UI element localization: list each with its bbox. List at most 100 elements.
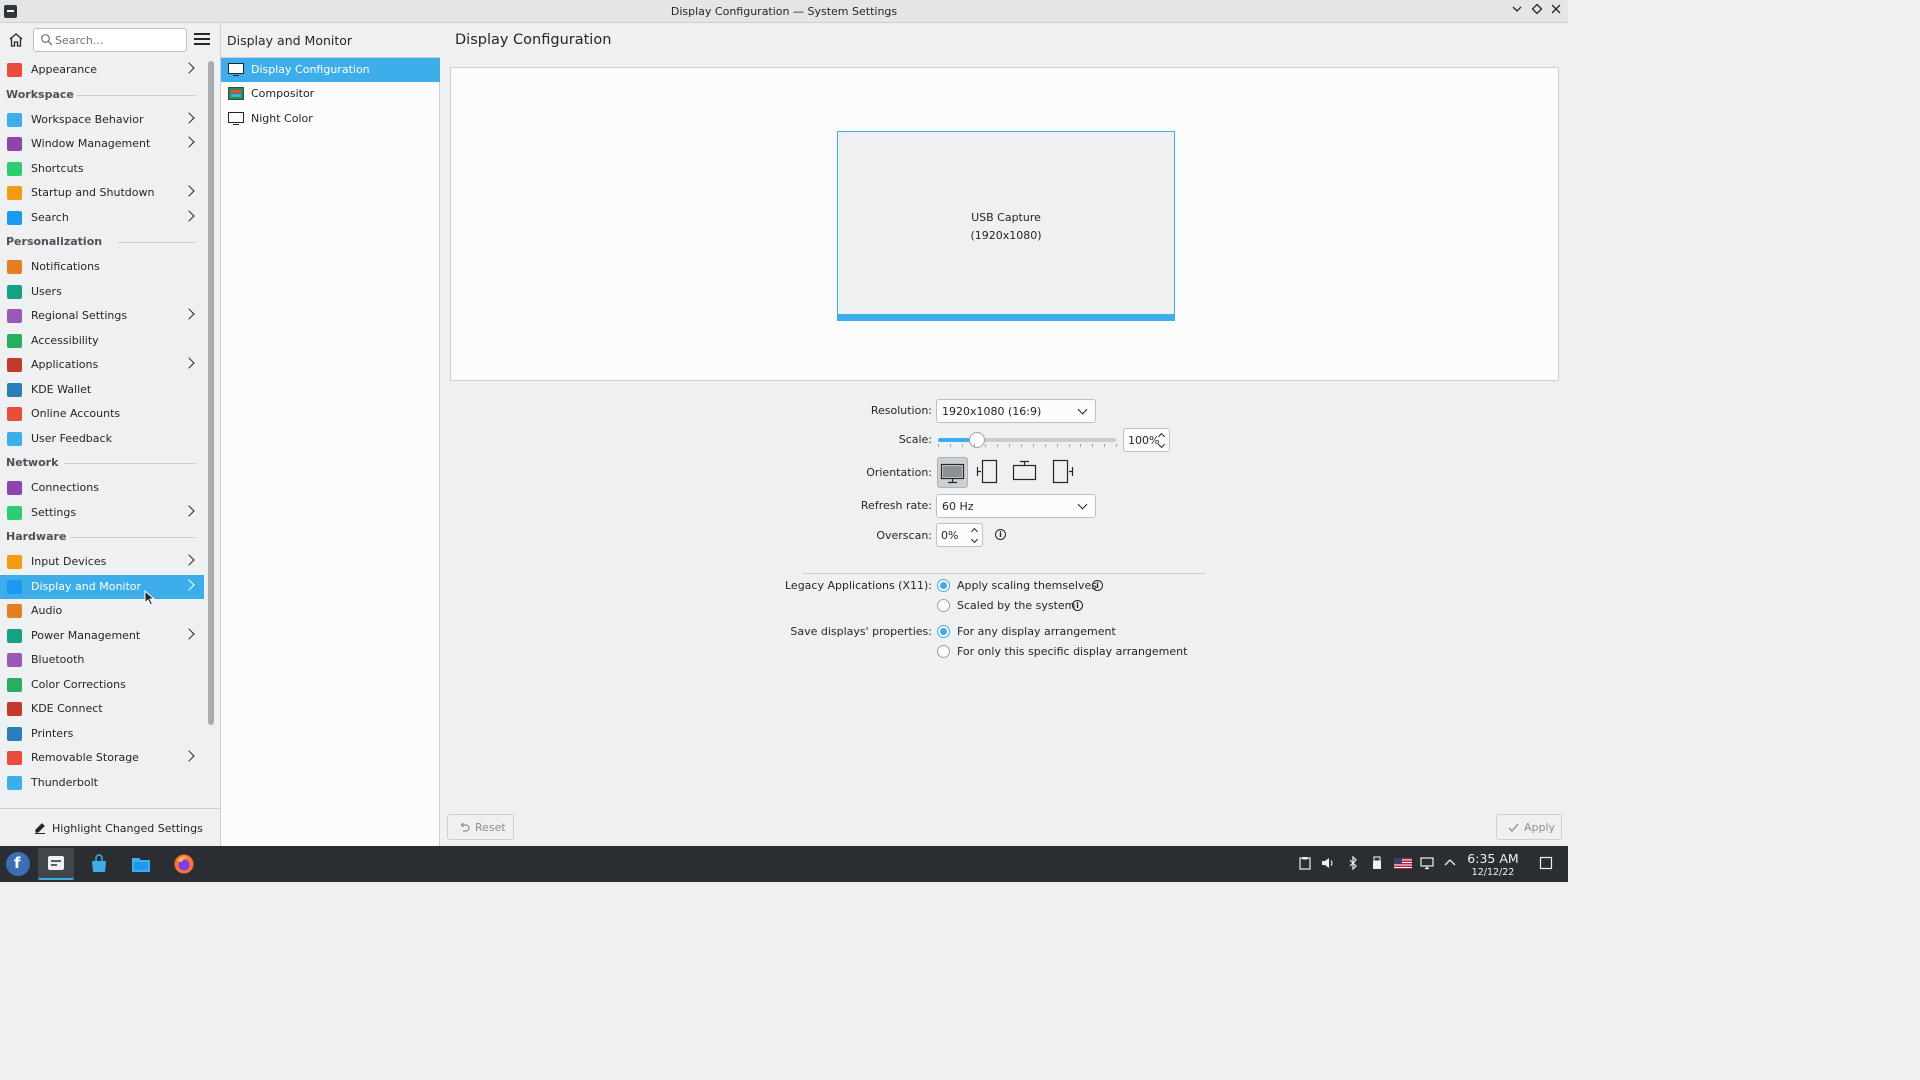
sidebar-item-label: Search <box>31 210 69 224</box>
legacy-scaled-by-system-label[interactable]: Scaled by the system <box>957 599 1075 612</box>
task-discover[interactable] <box>81 848 117 880</box>
minimize-button[interactable] <box>1509 3 1525 19</box>
close-button[interactable] <box>1548 3 1564 19</box>
orientation-left-button[interactable] <box>974 457 1005 488</box>
subcategory-panel: Display and Monitor Display Configuratio… <box>221 23 440 846</box>
chevron-up-icon[interactable] <box>1443 856 1457 870</box>
sidebar-item-online-accounts[interactable]: Online Accounts <box>0 402 204 426</box>
sidebar-item-workspace-behavior[interactable]: Workspace Behavior <box>0 108 204 132</box>
sidebar-item-kde-connect[interactable]: KDE Connect <box>0 697 204 721</box>
monitor-rotated-left-icon <box>976 459 998 484</box>
sidebar-item-search[interactable]: Search <box>0 206 204 230</box>
slider-tick <box>1116 444 1117 447</box>
save-any-arrangement-label[interactable]: For any display arrangement <box>957 625 1116 638</box>
chevron-right-icon <box>183 308 195 320</box>
overscan-label: Overscan: <box>876 529 932 542</box>
search-input[interactable] <box>55 32 183 48</box>
sidebar-item-display-and-monitor[interactable]: Display and Monitor <box>0 574 204 599</box>
overscan-info-icon[interactable]: i <box>995 529 1006 540</box>
save-any-arrangement-radio[interactable] <box>937 625 950 638</box>
save-specific-arrangement-label[interactable]: For only this specific display arrangeme… <box>957 645 1187 658</box>
accessibility-icon <box>7 333 22 348</box>
spin-down-icon[interactable] <box>970 535 979 544</box>
apply-button[interactable]: Apply <box>1496 814 1562 840</box>
sidebar-toolbar <box>0 23 221 58</box>
sidebar-item-accessibility[interactable]: Accessibility <box>0 329 204 353</box>
sidebar-item-bluetooth[interactable]: Bluetooth <box>0 648 204 672</box>
sidebar-item-user-feedback[interactable]: User Feedback <box>0 427 204 451</box>
task-firefox[interactable] <box>166 848 202 880</box>
legacy-apply-scaling-label[interactable]: Apply scaling themselves <box>957 579 1097 592</box>
orientation-inverted-button[interactable] <box>1010 457 1041 488</box>
subcategory-title: Display and Monitor <box>227 33 353 48</box>
orientation-normal-button[interactable] <box>937 457 968 488</box>
sidebar-item-connections[interactable]: Connections <box>0 476 204 500</box>
subcategory-item-night-color[interactable]: Night Color <box>221 107 440 131</box>
output-name: USB Capture <box>971 211 1041 224</box>
removable-device-icon[interactable] <box>1370 856 1384 870</box>
chevron-down-icon <box>1512 6 1522 12</box>
sidebar-item-settings[interactable]: Settings <box>0 501 204 525</box>
legacy-apply-scaling-info-icon[interactable]: i <box>1092 580 1103 591</box>
sidebar-item-notifications[interactable]: Notifications <box>0 255 204 279</box>
system-settings-icon <box>48 856 64 870</box>
slider-tick <box>1080 444 1082 447</box>
chevron-right-icon <box>183 750 195 762</box>
sidebar-item-startup-and-shutdown[interactable]: Startup and Shutdown <box>0 181 204 205</box>
sidebar-item-kde-wallet[interactable]: KDE Wallet <box>0 378 204 402</box>
pencil-icon <box>35 823 45 834</box>
startup-icon <box>7 186 22 200</box>
sidebar-item-window-management[interactable]: Window Management <box>0 132 204 156</box>
refresh-rate-combobox[interactable]: 60 Hz <box>936 494 1096 518</box>
orientation-right-button[interactable] <box>1047 457 1078 488</box>
bluetooth-icon[interactable] <box>1346 856 1360 870</box>
sidebar-item-users[interactable]: Users <box>0 280 204 304</box>
sidebar-item-thunderbolt[interactable]: Thunderbolt <box>0 771 204 795</box>
resolution-combobox[interactable]: 1920x1080 (16:9) <box>936 399 1096 423</box>
sidebar-scrollbar[interactable] <box>208 61 214 725</box>
scale-value: 100% <box>1128 434 1160 447</box>
sidebar-item-regional-settings[interactable]: Regional Settings <box>0 304 204 328</box>
volume-icon[interactable] <box>1321 856 1335 870</box>
slider-tick <box>938 444 939 447</box>
save-specific-arrangement-radio[interactable] <box>937 645 950 658</box>
task-system-settings[interactable] <box>38 848 74 880</box>
clipboard-icon[interactable] <box>1298 856 1312 870</box>
legacy-apply-scaling-radio[interactable] <box>937 579 950 592</box>
sidebar-heading-divider <box>70 537 196 538</box>
task-file-manager[interactable] <box>123 848 159 880</box>
highlight-changed-settings-button[interactable]: Highlight Changed Settings <box>0 808 221 846</box>
sidebar-item-applications[interactable]: Applications <box>0 353 204 377</box>
sidebar-item-label: Bluetooth <box>31 653 85 666</box>
sidebar-item-shortcuts[interactable]: Shortcuts <box>0 157 204 181</box>
window-title: Display Configuration — System Settings <box>670 5 898 18</box>
maximize-button[interactable] <box>1529 3 1545 19</box>
reset-button[interactable]: Reset <box>447 814 514 840</box>
hamburger-menu-button[interactable] <box>194 33 210 47</box>
sidebar-item-removable-storage[interactable]: Removable Storage <box>0 746 204 770</box>
home-button[interactable] <box>7 31 27 51</box>
scale-spinbox[interactable]: 100% <box>1123 428 1170 452</box>
monitor-rotated-right-icon <box>1052 459 1074 484</box>
sidebar-item-color-corrections[interactable]: Color Corrections <box>0 673 204 697</box>
spin-up-icon[interactable] <box>970 527 979 536</box>
legacy-scaled-by-system-info-icon[interactable]: i <box>1072 600 1083 611</box>
subcategory-item-display-configuration[interactable]: Display Configuration <box>221 58 440 82</box>
overscan-spinbox[interactable]: 0% <box>936 523 983 547</box>
show-desktop-icon[interactable] <box>1539 856 1553 870</box>
sidebar-item-input-devices[interactable]: Input Devices <box>0 550 204 574</box>
sidebar-item-audio[interactable]: Audio <box>0 599 204 623</box>
sidebar-item-label: Display and Monitor <box>31 579 142 593</box>
scale-slider[interactable] <box>938 438 1116 442</box>
sidebar-item-appearance[interactable]: Appearance <box>0 58 204 82</box>
subcategory-item-compositor[interactable]: Compositor <box>221 82 440 106</box>
application-launcher-button[interactable] <box>6 852 30 876</box>
network-wired-icon[interactable] <box>1420 856 1434 870</box>
search-field[interactable] <box>33 28 187 52</box>
digital-clock[interactable]: 6:35 AM 12/12/22 <box>1461 851 1525 878</box>
legacy-scaled-by-system-radio[interactable] <box>937 599 950 612</box>
keyboard-layout-flag-icon[interactable] <box>1394 856 1412 870</box>
sidebar-item-power-management[interactable]: Power Management <box>0 624 204 648</box>
sidebar-item-printers[interactable]: Printers <box>0 722 204 746</box>
output-monitor-usb-capture[interactable]: USB Capture (1920x1080) <box>837 131 1175 321</box>
